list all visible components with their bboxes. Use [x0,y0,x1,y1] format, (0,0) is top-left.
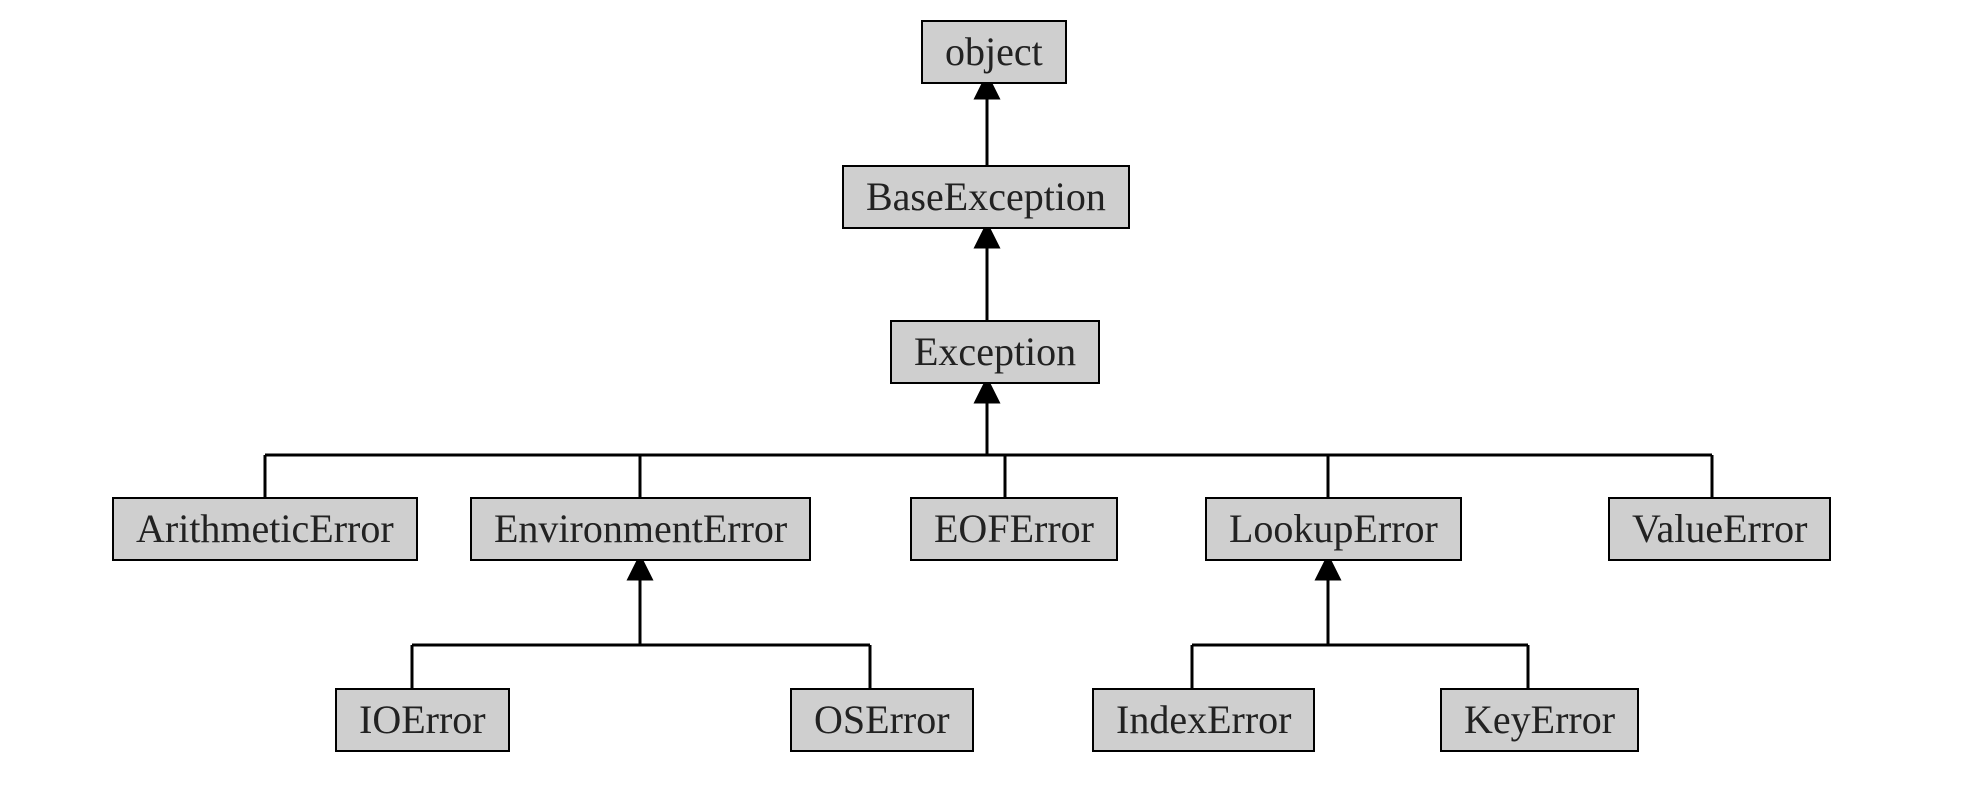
node-value-error: ValueError [1608,497,1831,561]
node-os-error: OSError [790,688,974,752]
node-eof-error: EOFError [910,497,1118,561]
node-arithmetic-error: ArithmeticError [112,497,418,561]
node-environment-error: EnvironmentError [470,497,811,561]
node-key-error: KeyError [1440,688,1639,752]
connector-lines [0,0,1974,807]
node-object: object [921,20,1067,84]
node-lookup-error: LookupError [1205,497,1462,561]
node-exception: Exception [890,320,1100,384]
node-base-exception: BaseException [842,165,1130,229]
exception-hierarchy-diagram: object BaseException Exception Arithmeti… [0,0,1974,807]
node-index-error: IndexError [1092,688,1315,752]
node-io-error: IOError [335,688,510,752]
